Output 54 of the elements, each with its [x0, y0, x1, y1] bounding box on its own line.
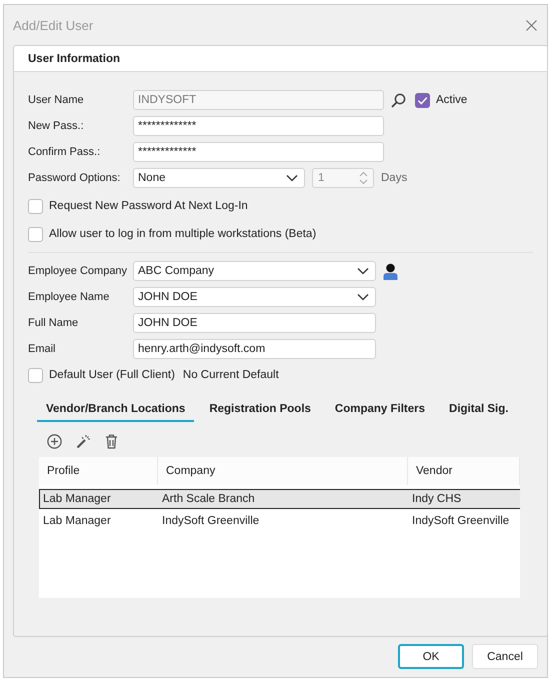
- password-field[interactable]: *************: [133, 142, 384, 162]
- spinner-arrows-icon: [359, 171, 368, 185]
- field-label: Confirm Pass.:: [28, 146, 102, 158]
- checkbox[interactable]: [28, 198, 43, 214]
- checkbox[interactable]: [28, 368, 43, 382]
- column-header[interactable]: Profile: [39, 457, 158, 485]
- field-label: Employee Name: [28, 291, 110, 303]
- table-cell-text: Lab Manager: [42, 493, 112, 505]
- close-icon[interactable]: [526, 20, 537, 30]
- field-label: Employee Company: [28, 265, 128, 277]
- field-label: User Name: [28, 94, 85, 106]
- unit-label: Days: [381, 172, 408, 184]
- password-field[interactable]: *************: [133, 116, 384, 136]
- add-icon[interactable]: [47, 434, 62, 449]
- field-label: Password Options:: [28, 172, 122, 184]
- checkbox[interactable]: [415, 92, 430, 108]
- tab[interactable]: Company Filters: [326, 401, 434, 422]
- person-icon[interactable]: [383, 262, 398, 280]
- dropdown[interactable]: ABC Company: [133, 261, 376, 281]
- input-field[interactable]: JOHN DOE: [133, 313, 376, 333]
- tab[interactable]: Registration Pools: [200, 401, 320, 422]
- checkbox-label: Active: [436, 94, 468, 106]
- checkbox-label: Default User (Full Client): [49, 369, 175, 381]
- search-icon[interactable]: [391, 92, 406, 108]
- table-cell-text: Arth Scale Branch: [161, 493, 256, 505]
- dialog-button[interactable]: OK: [398, 644, 464, 669]
- magic-wand-icon[interactable]: [76, 434, 91, 449]
- field-label: New Pass.:: [28, 120, 85, 132]
- caret-icon: [357, 267, 369, 275]
- field-label: Full Name: [28, 317, 80, 329]
- column-header[interactable]: Company: [158, 457, 408, 485]
- column-header[interactable]: Vendor: [408, 457, 520, 485]
- window-title: Add/Edit User: [13, 18, 94, 32]
- field-label: Email: [28, 343, 57, 355]
- table-row[interactable]: Lab Manager IndySoft Greenville IndySoft Greenville: [39, 511, 520, 531]
- section-title: User Information: [28, 52, 120, 64]
- input-field[interactable]: henry.arth@indysoft.com: [133, 339, 376, 359]
- status-text: No Current Default: [182, 369, 279, 381]
- checkbox[interactable]: [28, 226, 43, 242]
- table-cell-text: IndySoft Greenville: [411, 515, 510, 527]
- dialog-button[interactable]: Cancel: [472, 644, 538, 669]
- caret-icon: [357, 293, 369, 301]
- trash-icon[interactable]: [105, 434, 118, 449]
- checkbox-label: Allow user to log in from multiple workstations (Beta): [49, 228, 316, 240]
- caret-icon: [286, 174, 298, 182]
- tab[interactable]: Digital Sig.: [440, 401, 518, 422]
- checkbox-label: Request New Password At Next Log-In: [49, 200, 248, 212]
- table-cell-text: Lab Manager: [42, 515, 112, 527]
- table-cell-text: Indy CHS: [411, 493, 462, 505]
- tab[interactable]: Vendor/Branch Locations: [37, 401, 194, 422]
- dropdown[interactable]: JOHN DOE: [133, 287, 376, 307]
- table-row[interactable]: Lab Manager Arth Scale Branch Indy CHS: [39, 489, 520, 509]
- table-cell-text: IndySoft Greenville: [161, 515, 260, 527]
- dropdown[interactable]: None: [133, 168, 305, 188]
